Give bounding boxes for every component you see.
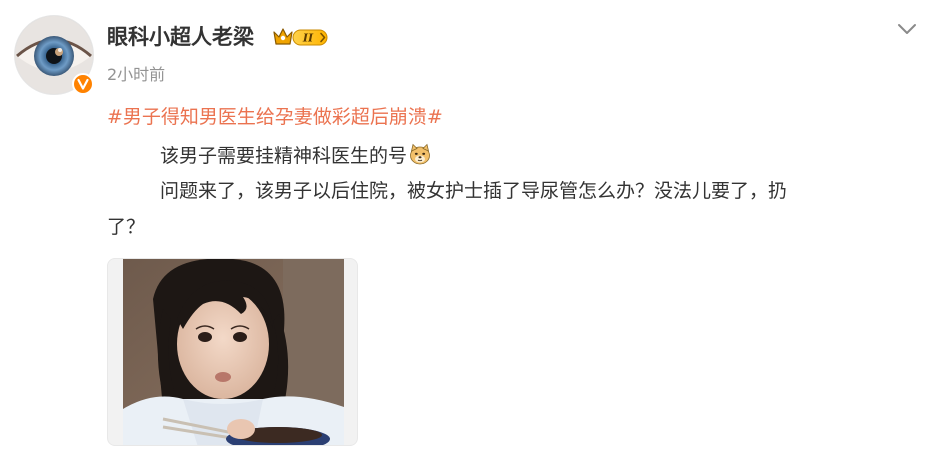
post-image[interactable] xyxy=(107,258,358,446)
photo-girl-eating xyxy=(123,259,344,445)
post-text-line: 该男子需要挂精神科医生的号 xyxy=(160,142,432,169)
post-text-line-2: 问题来了，该男子以后住院，被女护士插了导尿管怎么办？没法儿要了，扔 xyxy=(160,180,788,202)
post-timestamp[interactable]: 2小时前 xyxy=(107,64,165,86)
chevron-down-icon xyxy=(897,20,917,39)
more-options-button[interactable] xyxy=(894,16,920,42)
post-text-line-1: 该男子需要挂精神科医生的号 xyxy=(160,145,408,167)
doge-emoji-icon xyxy=(408,142,432,166)
weibo-post: 眼科小超人老梁 II 2小时前 #男子得知男医生给孕妻做彩超后崩溃# 该男子需要… xyxy=(0,0,927,458)
crown-level-badge-icon[interactable]: II xyxy=(272,24,330,50)
post-text-line-3: 了？ xyxy=(107,216,146,238)
svg-text:II: II xyxy=(302,32,314,45)
topic-hashtag-link[interactable]: #男子得知男医生给孕妻做彩超后崩溃# xyxy=(107,104,443,130)
verified-v-icon xyxy=(72,73,94,95)
avatar-container[interactable] xyxy=(14,15,94,95)
username[interactable]: 眼科小超人老梁 xyxy=(107,22,254,52)
